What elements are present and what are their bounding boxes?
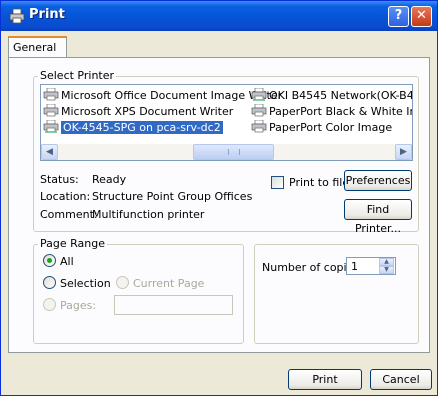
cancel-button[interactable]: Cancel: [370, 369, 432, 390]
window-title: Print: [29, 7, 65, 22]
scroll-thumb[interactable]: [193, 144, 274, 160]
help-button[interactable]: ?: [388, 6, 409, 27]
selection-label: Selection: [60, 277, 111, 290]
current-page-label: Current Page: [133, 277, 205, 290]
tab-general[interactable]: General: [8, 36, 67, 58]
close-icon: ✕: [416, 8, 427, 23]
close-button[interactable]: ✕: [411, 6, 432, 27]
print-to-file-checkbox[interactable]: [271, 176, 284, 189]
horizontal-scrollbar[interactable]: ◀ ▶: [41, 144, 412, 160]
printer-icon: [251, 103, 267, 117]
scroll-right-button[interactable]: ▶: [395, 144, 412, 160]
list-item[interactable]: PaperPort Color Image: [251, 119, 392, 134]
copies-up-button[interactable]: ▲: [379, 258, 394, 266]
page-range-legend: Page Range: [38, 237, 107, 250]
tab-general-label: General: [13, 41, 57, 54]
print-dialog: Print ? ✕ General Select Printer Microso…: [0, 0, 438, 396]
status-label: Status:: [40, 173, 79, 186]
all-radio[interactable]: [43, 254, 56, 267]
list-item[interactable]: Microsoft Office Document Image Writer: [43, 87, 282, 102]
list-item[interactable]: Microsoft XPS Document Writer: [43, 103, 233, 118]
arrow-left-icon: ◀: [46, 147, 53, 157]
printer-icon: [43, 103, 59, 117]
copies-down-button[interactable]: ▼: [379, 266, 394, 274]
arrow-down-icon: ▼: [384, 266, 389, 273]
all-label: All: [60, 255, 74, 268]
print-button[interactable]: Print: [288, 369, 362, 390]
find-printer-button[interactable]: Find Printer...: [344, 199, 412, 235]
comment-label: Comment:: [40, 208, 98, 221]
copies-value: 1: [351, 260, 358, 273]
scroll-left-button[interactable]: ◀: [41, 144, 58, 160]
arrow-right-icon: ▶: [400, 147, 407, 157]
network-printer-icon: [43, 119, 59, 133]
list-item[interactable]: OKI B4545 Network(OK-B4545-5: [251, 87, 412, 102]
selection-radio[interactable]: [43, 276, 56, 289]
printer-icon: [43, 87, 59, 101]
location-value: Structure Point Group Offices: [92, 190, 253, 203]
comment-value: Multifunction printer: [92, 208, 205, 221]
status-value: Ready: [92, 173, 127, 186]
pages-radio[interactable]: [43, 298, 56, 311]
printer-icon: [251, 119, 267, 133]
list-item-selected[interactable]: OK-4545-SPG on pca-srv-dc2: [43, 119, 223, 134]
pages-label: Pages:: [60, 299, 97, 312]
pages-input[interactable]: [114, 295, 233, 315]
network-printer-icon: [251, 87, 267, 101]
title-bar[interactable]: Print ? ✕: [1, 1, 437, 31]
arrow-up-icon: ▲: [384, 258, 389, 265]
printer-icon: [9, 8, 25, 24]
location-label: Location:: [40, 190, 91, 203]
print-to-file-label: Print to file: [289, 176, 350, 189]
help-icon: ?: [394, 8, 403, 23]
preferences-button[interactable]: Preferences: [344, 170, 412, 191]
select-printer-legend: Select Printer: [38, 69, 117, 82]
list-item[interactable]: PaperPort Black & White Image: [251, 103, 412, 118]
copies-stepper[interactable]: 1 ▲ ▼: [346, 257, 396, 275]
current-page-radio[interactable]: [116, 276, 129, 289]
